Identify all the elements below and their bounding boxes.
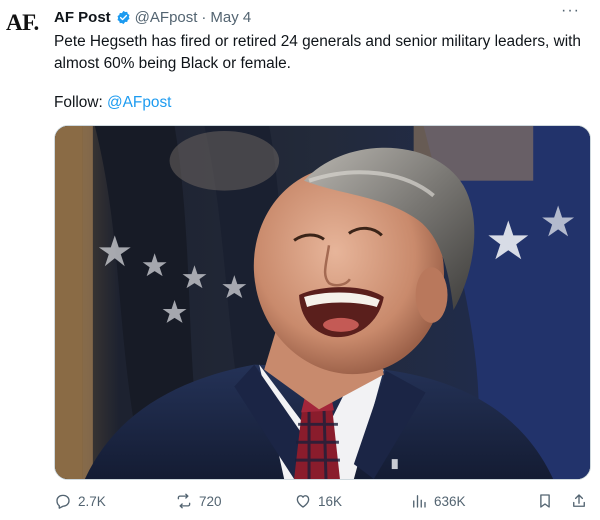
reply-count: 2.7K [78, 493, 106, 509]
like-button[interactable]: 16K [294, 492, 342, 510]
bar-chart-icon [413, 495, 426, 508]
more-horizontal-icon[interactable]: ··· [561, 3, 580, 19]
tweet-date[interactable]: May 4 [210, 9, 251, 26]
like-count: 16K [318, 493, 343, 509]
bookmark-icon [540, 494, 550, 508]
view-count: 636K [434, 493, 466, 509]
handle[interactable]: @AFpost [135, 9, 198, 26]
verified-badge-icon[interactable] [116, 10, 131, 25]
photo-illustration [55, 126, 590, 479]
repost-count: 720 [199, 493, 222, 509]
tweet-text: Pete Hegseth has fired or retired 24 gen… [54, 33, 581, 72]
tweet-header: AF Post @AFpost · May 4 [54, 7, 251, 27]
share-icon [573, 494, 585, 507]
heart-icon [296, 495, 310, 508]
reply-button[interactable]: 2.7K [54, 492, 106, 510]
follow-line: Follow: @AFpost [54, 92, 171, 114]
avatar[interactable]: AF. [6, 10, 50, 40]
follow-prefix: Follow: [54, 94, 108, 111]
reply-icon [56, 494, 70, 509]
separator: · [201, 8, 207, 26]
tweet[interactable]: AF. AF Post @AFpost · May 4 ··· Pete Heg… [0, 0, 600, 520]
repost-button[interactable]: 720 [175, 492, 222, 510]
display-name[interactable]: AF Post [54, 9, 111, 26]
views-button[interactable]: 636K [410, 492, 466, 510]
follow-mention-link[interactable]: @AFpost [107, 94, 171, 111]
share-button[interactable] [570, 492, 588, 510]
tweet-photo[interactable] [54, 125, 591, 480]
repost-icon [177, 493, 191, 509]
action-bar: 2.7K 720 16K 636K [54, 492, 591, 516]
bookmark-button[interactable] [536, 492, 554, 510]
